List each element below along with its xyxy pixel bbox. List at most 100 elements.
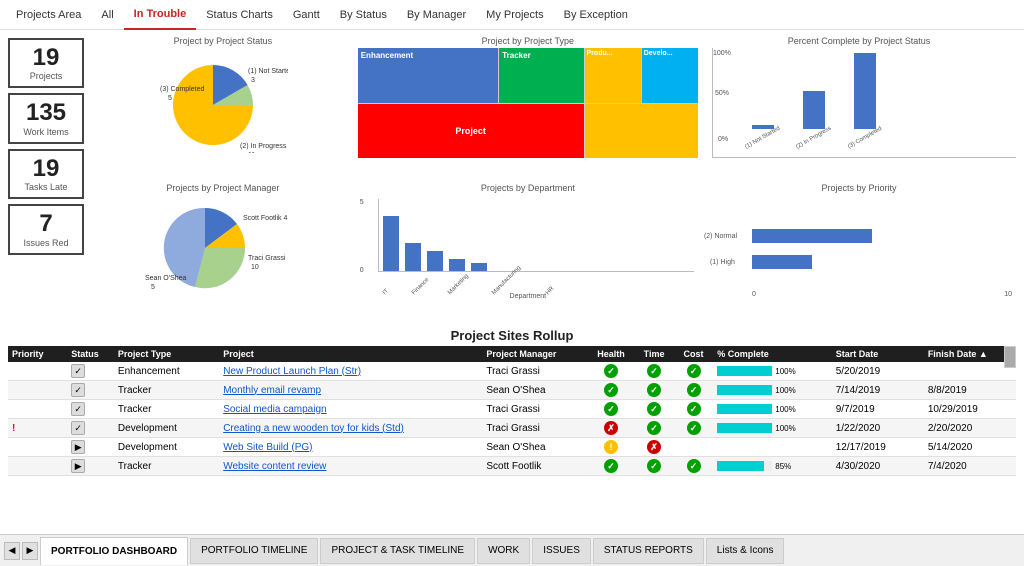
- cell-project[interactable]: Website content review: [219, 457, 482, 476]
- stat-tasks-late: 19 Tasks Late: [8, 149, 84, 199]
- chart-by-dept: Projects by Department 5 0: [358, 183, 698, 327]
- cell-finish-date: 7/4/2020: [924, 457, 1016, 476]
- tab-status-reports[interactable]: STATUS REPORTS: [593, 538, 704, 564]
- nav-in-trouble[interactable]: In Trouble: [124, 0, 197, 30]
- cell-type: Development: [114, 419, 219, 438]
- tab-work[interactable]: WORK: [477, 538, 530, 564]
- cell-manager: Traci Grassi: [482, 400, 587, 419]
- tab-portfolio-timeline[interactable]: PORTFOLIO TIMELINE: [190, 538, 318, 564]
- cell-manager: Sean O'Shea: [482, 438, 587, 457]
- cell-status: ▶: [67, 457, 114, 476]
- nav-all[interactable]: All: [91, 0, 123, 30]
- issues-red-label: Issues Red: [12, 238, 80, 248]
- cell-status: ✓: [67, 362, 114, 381]
- cell-cost: ✓: [674, 457, 713, 476]
- col-start: Start Date: [832, 346, 924, 362]
- cell-manager: Scott Footlik: [482, 457, 587, 476]
- svg-text:5: 5: [151, 284, 155, 291]
- chart-pct-title: Percent Complete by Project Status: [702, 36, 1016, 46]
- data-table: Priority Status Project Type Project Pro…: [8, 346, 1016, 476]
- cell-pct-complete: 100%: [713, 381, 831, 400]
- cell-manager: Sean O'Shea: [482, 381, 587, 400]
- svg-text:Scott Footlik 4: Scott Footlik 4: [243, 215, 287, 222]
- tab-issues[interactable]: ISSUES: [532, 538, 591, 564]
- cell-type: Tracker: [114, 400, 219, 419]
- cell-health: ✓: [588, 381, 635, 400]
- cell-cost: ✓: [674, 381, 713, 400]
- nav-by-manager[interactable]: By Manager: [397, 0, 476, 30]
- svg-text:11: 11: [248, 152, 255, 153]
- table-row: ▶ Tracker Website content review Scott F…: [8, 457, 1016, 476]
- treemap-bottom-right: [585, 104, 698, 159]
- col-time: Time: [634, 346, 673, 362]
- tab-project-task-timeline[interactable]: PROJECT & TASK TIMELINE: [320, 538, 475, 564]
- cell-pct-complete: 85%: [713, 457, 831, 476]
- main-content: 19 Projects 135 Work Items 19 Tasks Late…: [0, 30, 1024, 534]
- treemap-tracker: Tracker: [499, 48, 583, 103]
- tasks-late-number: 19: [12, 156, 80, 182]
- cell-finish-date: 5/14/2020: [924, 438, 1016, 457]
- cell-start-date: 5/20/2019: [832, 362, 924, 381]
- nav-by-status[interactable]: By Status: [330, 0, 397, 30]
- svg-text:(2) In Progress: (2) In Progress: [240, 143, 287, 150]
- svg-text:(3) Completed: (3) Completed: [160, 86, 204, 93]
- table-scrollbar[interactable]: [1004, 346, 1016, 368]
- stat-issues-red: 7 Issues Red: [8, 204, 84, 254]
- tab-lists-icons[interactable]: Lists & Icons: [706, 538, 785, 564]
- chart-status-title: Project by Project Status: [92, 36, 354, 46]
- cell-status: ✓: [67, 381, 114, 400]
- cell-project[interactable]: Social media campaign: [219, 400, 482, 419]
- chart-by-priority: Projects by Priority 0 10 (2) Normal (1)…: [702, 183, 1016, 327]
- treemap-product: Produ...: [585, 48, 641, 103]
- chart-project-status: Project by Project Status: [92, 36, 354, 180]
- cell-start-date: 4/30/2020: [832, 457, 924, 476]
- cell-priority: [8, 438, 67, 457]
- cell-manager: Traci Grassi: [482, 419, 587, 438]
- chart-project-type: Project by Project Type Enhancement Trac…: [358, 36, 698, 180]
- cell-priority: [8, 400, 67, 419]
- nav-status-charts[interactable]: Status Charts: [196, 0, 283, 30]
- dept-bar-it: [383, 216, 399, 271]
- cell-health: ✗: [588, 419, 635, 438]
- cell-project[interactable]: Monthly email revamp: [219, 381, 482, 400]
- treemap-develo: Develo...: [642, 48, 698, 103]
- nav-projects-area[interactable]: Projects Area: [6, 0, 91, 30]
- svg-text:5: 5: [168, 95, 172, 102]
- cell-type: Enhancement: [114, 362, 219, 381]
- cell-health: ✓: [588, 400, 635, 419]
- tasks-late-label: Tasks Late: [12, 182, 80, 192]
- cell-cost: ✓: [674, 362, 713, 381]
- chart-dept-title: Projects by Department: [358, 183, 698, 193]
- cell-cost: ✓: [674, 419, 713, 438]
- tab-nav-next[interactable]: ▶: [22, 542, 38, 560]
- cell-project[interactable]: Web Site Build (PG): [219, 438, 482, 457]
- cell-start-date: 9/7/2019: [832, 400, 924, 419]
- cell-project[interactable]: Creating a new wooden toy for kids (Std): [219, 419, 482, 438]
- tab-nav-prev[interactable]: ◀: [4, 542, 20, 560]
- cell-priority: [8, 362, 67, 381]
- col-cost: Cost: [674, 346, 713, 362]
- col-type: Project Type: [114, 346, 219, 362]
- svg-text:3: 3: [251, 77, 255, 84]
- tab-portfolio-dashboard[interactable]: PORTFOLIO DASHBOARD: [40, 537, 188, 565]
- cell-status: ▶: [67, 438, 114, 457]
- cell-finish-date: 2/20/2020: [924, 419, 1016, 438]
- nav-my-projects[interactable]: My Projects: [476, 0, 553, 30]
- cell-health: !: [588, 438, 635, 457]
- treemap-enhancement: Enhancement: [358, 48, 499, 103]
- cell-type: Tracker: [114, 457, 219, 476]
- cell-pct-complete: 100%: [713, 400, 831, 419]
- nav-gantt[interactable]: Gantt: [283, 0, 330, 30]
- pct-bar-completed: (3) Completed: [846, 53, 884, 141]
- cell-type: Tracker: [114, 381, 219, 400]
- cell-finish-date: 10/29/2019: [924, 400, 1016, 419]
- issues-red-number: 7: [12, 211, 80, 237]
- stat-projects: 19 Projects: [8, 38, 84, 88]
- cell-project[interactable]: New Product Launch Plan (Str): [219, 362, 482, 381]
- col-project: Project: [219, 346, 482, 362]
- svg-text:Sean O'Shea: Sean O'Shea: [145, 275, 187, 282]
- cell-time: ✓: [634, 419, 673, 438]
- cell-finish-date: [924, 362, 1016, 381]
- table-section: Project Sites Rollup Priority Status Pro…: [8, 328, 1016, 476]
- nav-by-exception[interactable]: By Exception: [554, 0, 638, 30]
